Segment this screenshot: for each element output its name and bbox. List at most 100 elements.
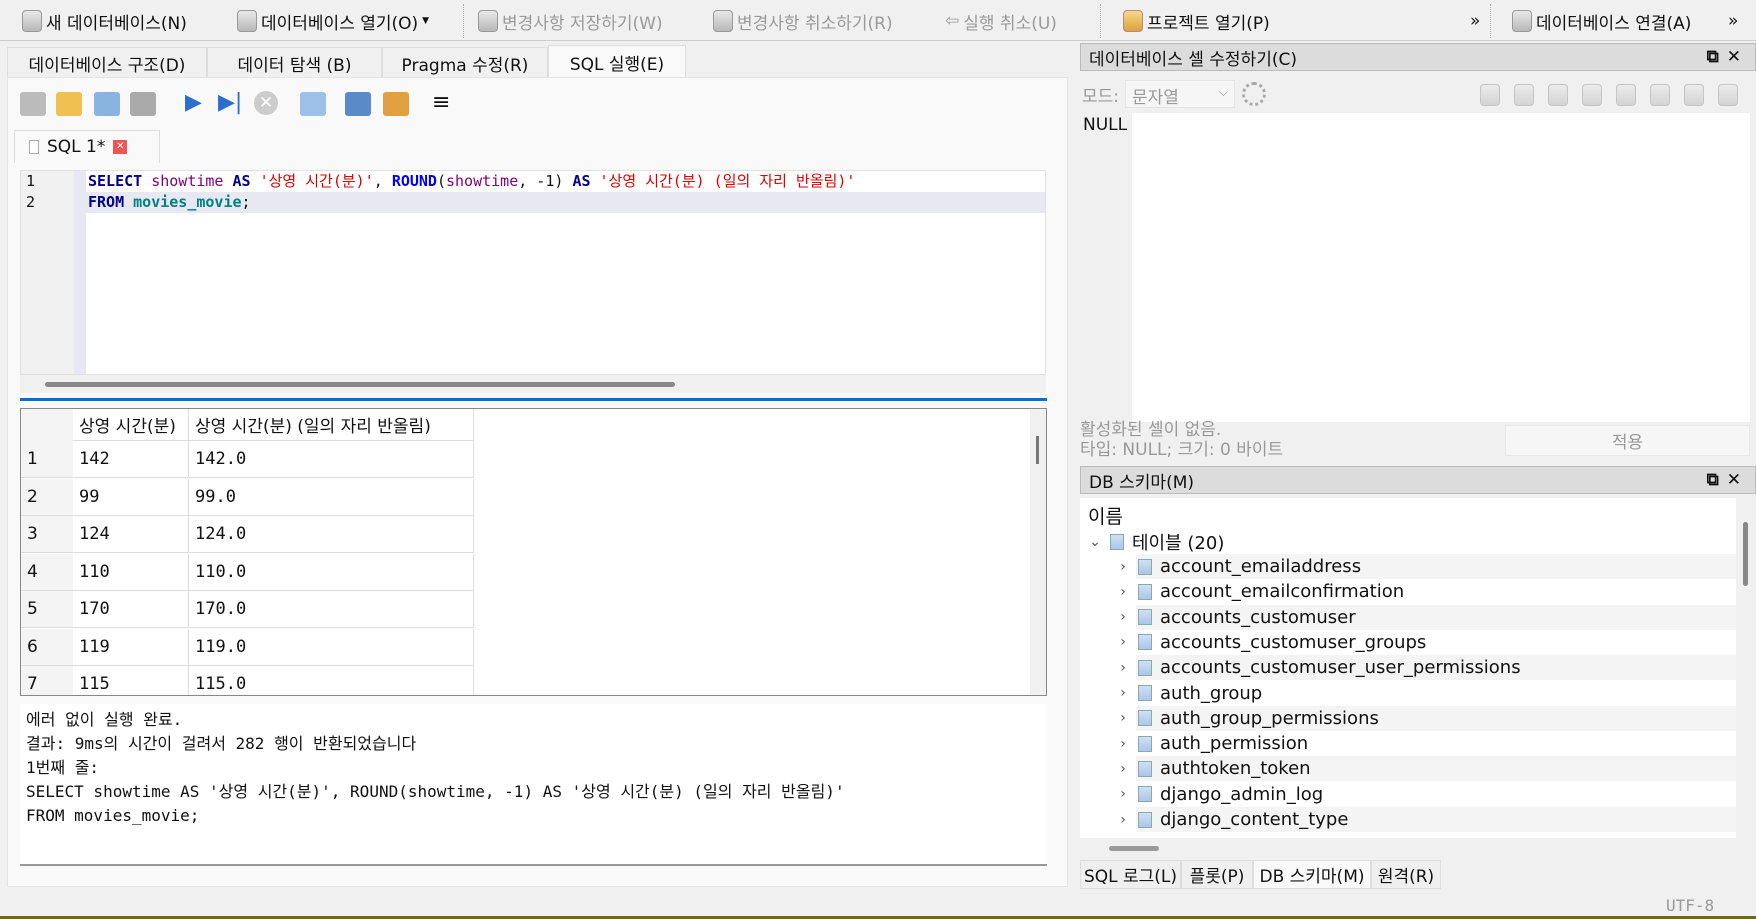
chevron-right-icon[interactable]: › [1116, 609, 1130, 625]
chevron-right-icon[interactable]: › [1116, 584, 1130, 600]
table-row[interactable]: 7 115 115.0 [21, 666, 474, 695]
sql-code[interactable]: SELECT showtime AS '상영 시간(분)', ROUND(sho… [86, 171, 1045, 213]
schema-table-item[interactable]: › auth_group [1080, 681, 1736, 706]
row-number[interactable]: 2 [21, 478, 73, 516]
tab-plot[interactable]: 플롯(P) [1181, 860, 1253, 889]
row-number[interactable]: 6 [21, 628, 73, 666]
table-cell[interactable]: 99 [73, 478, 189, 516]
float-icon[interactable]: ⧉ [1707, 470, 1727, 490]
tab-sql-log[interactable]: SQL 로그(L) [1080, 860, 1181, 889]
word-wrap-icon[interactable] [1480, 84, 1500, 106]
schema-tree[interactable]: 이름 ⌄ 테이블 (20) › account_emailaddress › accou… [1080, 498, 1748, 838]
execute-all-icon[interactable]: ▶ [185, 90, 202, 115]
row-number[interactable]: 1 [21, 441, 73, 478]
schema-table-item[interactable]: › accounts_customuser_user_permissions [1080, 655, 1736, 681]
row-number[interactable]: 3 [21, 516, 73, 553]
tab-browse-data[interactable]: 데이터 탐색 (B) [207, 47, 382, 78]
chevron-right-icon[interactable]: › [1116, 786, 1130, 802]
table-cell[interactable]: 110.0 [189, 553, 474, 591]
chevron-down-icon[interactable]: ⌄ [1088, 534, 1102, 550]
sql-tab-1[interactable]: SQL 1* ✕ [14, 130, 160, 163]
table-row[interactable]: 2 99 99.0 [21, 478, 474, 516]
table-row[interactable]: 3 124 124.0 [21, 516, 474, 553]
schema-table-item[interactable]: › account_emailconfirmation [1080, 579, 1736, 604]
open-project-button[interactable]: 프로젝트 열기(P) [1123, 6, 1270, 36]
tree-group-tables[interactable]: ⌄ 테이블 (20) [1080, 529, 1736, 554]
schema-table-item[interactable]: › django_admin_log [1080, 782, 1736, 807]
schema-table-item[interactable]: › accounts_customuser_groups [1080, 630, 1736, 655]
row-number[interactable]: 7 [21, 666, 73, 695]
chevron-right-icon[interactable]: › [1116, 685, 1130, 701]
write-changes-button[interactable]: 변경사항 저장하기(W) [478, 6, 663, 36]
table-row[interactable]: 5 170 170.0 [21, 591, 474, 628]
schema-table-item[interactable]: › auth_permission [1080, 731, 1736, 756]
revert-changes-button[interactable]: 변경사항 취소하기(R) [713, 6, 893, 36]
tab-execute-sql[interactable]: SQL 실행(E) [548, 45, 686, 78]
tab-remote[interactable]: 원격(R) [1371, 860, 1441, 889]
schema-table-item[interactable]: › auth_group_permissions [1080, 705, 1736, 731]
table-cell[interactable]: 124 [73, 516, 189, 553]
close-icon[interactable]: ✕ [1727, 47, 1749, 67]
chevron-right-icon[interactable]: › [1116, 812, 1130, 828]
chevron-right-icon[interactable]: › [1116, 559, 1130, 575]
apply-button[interactable]: 적용 [1505, 425, 1750, 456]
toolbar-overflow-2[interactable]: » [1728, 6, 1738, 36]
schema-table-item[interactable]: › django_content_type [1080, 807, 1736, 832]
row-number[interactable]: 5 [21, 591, 73, 628]
scrollbar-thumb[interactable] [45, 382, 675, 387]
indent-icon[interactable] [1514, 84, 1534, 106]
open-tab-icon[interactable] [20, 92, 46, 116]
table-cell[interactable]: 115.0 [189, 666, 474, 695]
export-icon[interactable] [1582, 84, 1602, 106]
stop-execution-icon[interactable]: ✕ [254, 91, 278, 115]
chevron-right-icon[interactable]: › [1116, 736, 1130, 752]
cell-value-editor[interactable]: NULL [1080, 113, 1750, 422]
print-icon[interactable] [130, 92, 156, 116]
schema-table-item[interactable]: › account_emailaddress [1080, 554, 1736, 579]
chevron-right-icon[interactable]: › [1116, 660, 1130, 676]
table-cell[interactable]: 99.0 [189, 478, 474, 516]
tree-vscroll-thumb[interactable] [1743, 522, 1748, 586]
float-icon[interactable]: ⧉ [1707, 47, 1727, 67]
table-cell[interactable]: 115 [73, 666, 189, 695]
chevron-right-icon[interactable]: › [1116, 710, 1130, 726]
save-sql-file-icon[interactable] [94, 92, 120, 116]
open-database-button[interactable]: 데이터베이스 열기(O) ▼ [237, 6, 429, 36]
column-header[interactable]: 상영 시간(분) (일의 자리 반올림) [189, 409, 474, 441]
find-replace-icon[interactable] [383, 92, 409, 116]
table-cell[interactable]: 110 [73, 553, 189, 591]
dropdown-arrow-icon[interactable]: ▼ [422, 16, 429, 26]
row-number[interactable]: 4 [21, 553, 73, 591]
table-cell[interactable]: 170.0 [189, 591, 474, 628]
chevron-right-icon[interactable]: › [1116, 634, 1130, 650]
print-icon[interactable] [1718, 84, 1738, 106]
table-cell[interactable]: 142.0 [189, 441, 474, 478]
mode-select[interactable]: 문자열 ⌵ [1125, 80, 1235, 108]
import-icon[interactable] [1548, 84, 1568, 106]
comment-lines-icon[interactable]: ≡ [432, 90, 450, 115]
sql-editor[interactable]: 12 SELECT showtime AS '상영 시간(분)', ROUND(… [20, 170, 1046, 375]
table-row[interactable]: 1 142 142.0 [21, 441, 474, 478]
tree-hscroll-thumb[interactable] [1109, 846, 1159, 851]
table-row[interactable]: 4 110 110.0 [21, 553, 474, 591]
table-row[interactable]: 6 119 119.0 [21, 628, 474, 666]
tab-database-structure[interactable]: 데이터베이스 구조(D) [7, 47, 207, 78]
execute-line-icon[interactable]: ▶| [218, 90, 242, 115]
undo-button[interactable]: ⇦ 실행 취소(U) [945, 6, 1057, 36]
close-icon[interactable]: ✕ [1727, 470, 1749, 490]
table-cell[interactable]: 119.0 [189, 628, 474, 666]
new-database-button[interactable]: 새 데이터베이스(N) [22, 6, 187, 36]
close-tab-icon[interactable]: ✕ [113, 140, 128, 154]
auto-format-gear-icon[interactable] [1242, 82, 1266, 106]
set-null-icon[interactable] [1616, 84, 1636, 106]
toolbar-overflow-1[interactable]: » [1470, 6, 1480, 36]
table-cell[interactable]: 124.0 [189, 516, 474, 553]
table-cell[interactable]: 170 [73, 591, 189, 628]
chevron-right-icon[interactable]: › [1116, 761, 1130, 777]
tab-edit-pragmas[interactable]: Pragma 수정(R) [382, 47, 548, 78]
find-icon[interactable] [345, 92, 371, 116]
table-cell[interactable]: 142 [73, 441, 189, 478]
splitter[interactable] [20, 398, 1047, 401]
schema-table-item[interactable]: › authtoken_token [1080, 756, 1736, 782]
toggle-icon[interactable] [1684, 84, 1704, 106]
